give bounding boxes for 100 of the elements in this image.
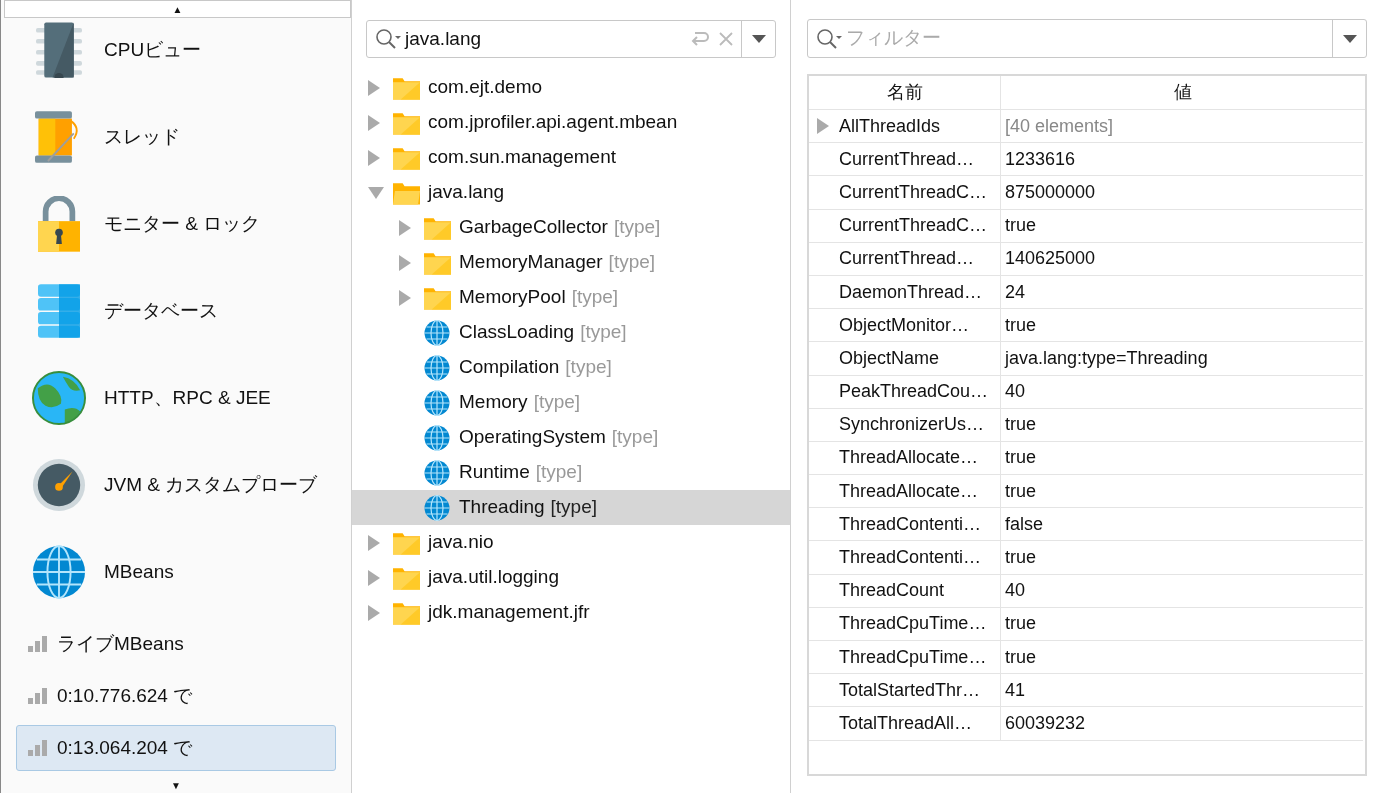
globe-icon [424,389,450,416]
column-header[interactable]: 名前 [809,76,1001,109]
signal-bars-icon [28,636,47,652]
table-cell-text: 40 [1004,380,1027,404]
expand-triangle-icon[interactable] [368,534,380,551]
tree-item[interactable]: jdk.management.jfr [352,595,790,630]
tree-item[interactable]: ClassLoading [type] [352,315,790,350]
tree-item[interactable]: Threading [type] [352,490,790,525]
table-cell-text: false [1004,512,1045,536]
session-item[interactable]: 0:13.064.204 で [16,725,336,771]
table-cell: ThreadAllocate… [809,441,1001,475]
clear-icon[interactable] [719,32,733,46]
tree-item[interactable]: OperatingSystem [type] [352,420,790,455]
filter-field[interactable]: フィルター [807,19,1367,58]
globe-icon [424,459,450,486]
globe-icon [32,545,86,599]
padlock-icon [38,196,80,252]
type-tag: [type] [608,248,656,277]
table-cell-text: true [1004,214,1038,238]
view-label: MBeans [104,559,174,584]
table-cell: ThreadAllocate… [809,475,1001,508]
view-item[interactable]: スレッド [1,105,351,192]
globe-icon [424,494,450,521]
tree-item[interactable]: java.lang [352,175,790,210]
table-cell-text: 60039232 [1004,711,1087,735]
table-cell: CurrentThreadC… [809,209,1001,242]
table-cell-text: 140625000 [1004,247,1097,271]
view-label: スレッド [104,124,180,149]
table-cell-text: true [1004,546,1038,570]
table-cell-text: [40 elements] [1004,114,1115,138]
tree-item[interactable]: Compilation [type] [352,350,790,385]
table-cell-text: 1233616 [1004,147,1077,171]
tree-item[interactable]: Memory [type] [352,385,790,420]
type-tag: [type] [533,388,581,417]
earth-icon [32,371,86,425]
signal-bars-icon [28,688,47,704]
chip-icon [36,22,82,78]
scroll-down-button[interactable]: ▼ [161,777,191,793]
filter-input[interactable]: フィルター [846,24,1332,53]
expand-triangle-icon[interactable] [399,254,411,271]
collapse-triangle-icon[interactable] [368,186,384,199]
tree-item[interactable]: java.nio [352,525,790,560]
tree-item[interactable]: com.jprofiler.api.agent.mbean [352,105,790,140]
expand-triangle-icon[interactable] [368,604,380,621]
table-cell: ThreadContenti… [809,508,1001,541]
session-item[interactable]: 0:10.776.624 で [16,673,336,719]
search-icon [816,27,842,50]
table-cell: ObjectMonitor… [809,309,1001,342]
folder-icon [393,530,420,555]
type-tag: [type] [613,213,661,242]
folder-icon [424,250,451,275]
table-cell: ThreadCount [809,574,1001,607]
expand-triangle-icon[interactable] [817,118,829,135]
tree-item[interactable]: java.util.logging [352,560,790,595]
table-cell: TotalThreadAll… [809,707,1001,740]
table-cell-text: 41 [1004,678,1027,702]
folder-icon [393,75,420,100]
folder-icon [393,110,420,135]
caret-icon [1342,34,1357,43]
tree-item[interactable]: com.sun.management [352,140,790,175]
type-tag: [type] [571,283,619,312]
expand-triangle-icon[interactable] [368,149,380,166]
column-header[interactable]: 値 [1001,76,1365,109]
table-cell-text: java.lang:type=Threading [1003,346,1209,370]
table-cell: ObjectName [809,342,1001,375]
search-field[interactable]: java.lang [366,20,776,58]
expand-triangle-icon[interactable] [368,79,380,96]
scroll-up-button[interactable]: ▲ [4,0,351,18]
view-item[interactable]: データベース [1,279,351,366]
table-cell: PeakThreadCou… [809,375,1001,408]
table-cell-text: true [1004,313,1038,337]
tree-item[interactable]: MemoryPool [type] [352,280,790,315]
view-item[interactable]: CPUビュー [1,18,351,105]
tree-item[interactable]: GarbageCollector [type] [352,210,790,245]
type-tag: [type] [611,423,659,452]
search-icon [375,28,401,50]
table-cell-text: true [1004,479,1038,503]
table-cell: CurrentThread… [809,143,1001,176]
globe-icon [424,319,450,346]
view-label: CPUビュー [104,37,202,62]
table-cell: CurrentThreadC… [809,176,1001,209]
tree-item[interactable]: com.ejt.demo [352,70,790,105]
view-item[interactable]: モニター & ロック [1,192,351,279]
database-icon [38,284,80,338]
globe-icon [424,424,450,451]
view-item[interactable]: HTTP、RPC & JEE [1,366,351,453]
type-tag: [type] [565,353,612,382]
tree-item[interactable]: Runtime [type] [352,455,790,490]
expand-triangle-icon[interactable] [399,219,411,236]
expand-triangle-icon[interactable] [368,569,380,586]
globe-icon [424,354,450,381]
caret-icon [751,35,766,43]
expand-triangle-icon[interactable] [368,114,380,131]
table-cell: SynchronizerUs… [809,408,1001,441]
view-item[interactable]: JVM & カスタムプローブ [1,453,351,540]
type-tag: [type] [535,458,583,487]
table-cell: CurrentThread… [809,242,1001,275]
expand-triangle-icon[interactable] [399,289,411,306]
table-cell-text: true [1004,645,1038,669]
tree-item[interactable]: MemoryManager [type] [352,245,790,280]
